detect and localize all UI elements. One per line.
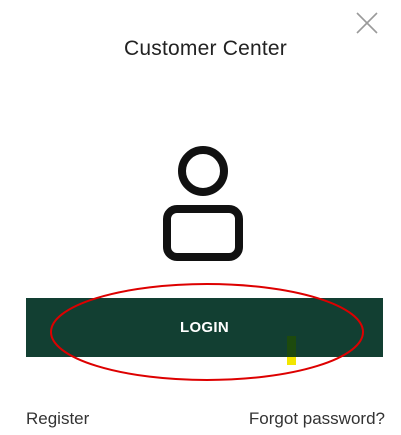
user-icon xyxy=(161,143,245,263)
close-button[interactable] xyxy=(354,10,380,36)
register-link[interactable]: Register xyxy=(26,409,89,429)
cursor-marker xyxy=(287,336,296,365)
dialog-title: Customer Center xyxy=(124,37,287,60)
forgot-password-link[interactable]: Forgot password? xyxy=(249,409,385,429)
customer-center-dialog: Customer Center LOGIN Register Forgot pa… xyxy=(0,0,401,435)
close-icon xyxy=(356,12,378,34)
login-button[interactable]: LOGIN xyxy=(26,298,383,357)
